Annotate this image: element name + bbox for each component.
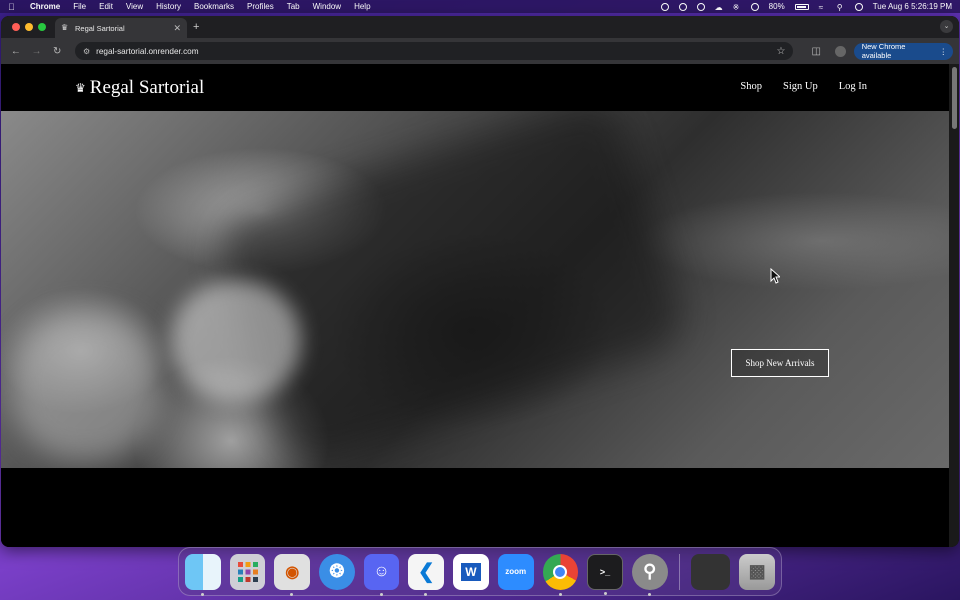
moon-icon[interactable]	[696, 2, 705, 11]
page-scrollbar[interactable]	[949, 64, 959, 547]
window-controls	[12, 23, 46, 31]
extensions-icon[interactable]: ◫	[811, 46, 820, 57]
tab-search-icon[interactable]: ⌄	[940, 20, 953, 33]
cloud-icon[interactable]	[678, 2, 687, 11]
menu-view[interactable]: View	[126, 2, 143, 11]
page-content: ♛ Regal Sartorial Shop Sign Up Log In Sh…	[1, 64, 949, 547]
menu-bar:  Chrome File Edit View History Bookmark…	[0, 0, 960, 13]
safari-icon[interactable]: ❂	[319, 553, 355, 590]
dock-separator	[678, 553, 680, 590]
zoom-window-button[interactable]	[38, 23, 46, 31]
menu-profiles[interactable]: Profiles	[247, 2, 274, 11]
update-label: New Chrome available	[861, 42, 906, 60]
zoom-icon[interactable]: zoom	[497, 553, 534, 590]
close-tab-icon[interactable]: ✕	[173, 23, 181, 34]
hero-hand-shape	[11, 311, 161, 461]
new-tab-icon[interactable]: +	[193, 21, 199, 33]
profile-avatar[interactable]	[834, 45, 846, 57]
dock: ◉ ❂ ☺ ❮ W zoom >_ ⚲ ▩	[178, 547, 782, 596]
url-text[interactable]: regal-sartorial.onrender.com	[96, 47, 776, 56]
battery-percent: 80%	[768, 2, 785, 11]
search-icon[interactable]: ⚲	[837, 3, 845, 12]
bluetooth-icon[interactable]: ※	[733, 3, 741, 12]
reload-icon[interactable]: ↻	[48, 46, 66, 57]
forward-icon[interactable]: →	[28, 46, 46, 57]
nav-login-link[interactable]: Log In	[839, 81, 867, 92]
trash-icon[interactable]: ▩	[739, 553, 775, 590]
menu-history[interactable]: History	[156, 2, 181, 11]
weather-icon[interactable]: ☁	[715, 3, 723, 12]
back-icon[interactable]: ←	[7, 46, 25, 57]
menu-edit[interactable]: Edit	[99, 2, 113, 11]
brand-logo[interactable]: ♛ Regal Sartorial	[75, 77, 204, 99]
battery-icon[interactable]	[794, 3, 809, 10]
nav-signup-link[interactable]: Sign Up	[783, 81, 818, 92]
close-window-button[interactable]	[12, 23, 20, 31]
quicktime-icon[interactable]: ⚲	[631, 553, 668, 596]
grid-icon	[237, 561, 258, 582]
tab-title: Regal Sartorial	[75, 23, 125, 33]
clock[interactable]: Tue Aug 6 5:26:19 PM	[873, 2, 952, 11]
screen-thumbnail-icon[interactable]	[690, 553, 731, 590]
site-info-icon[interactable]: ⚙	[83, 47, 90, 56]
site-header: ♛ Regal Sartorial Shop Sign Up Log In	[1, 64, 949, 111]
chrome-update-button[interactable]: New Chrome available ⋮	[853, 42, 953, 60]
launchpad-icon[interactable]	[229, 553, 266, 590]
menu-help[interactable]: Help	[354, 2, 370, 11]
brand-name: Regal Sartorial	[89, 77, 205, 98]
crown-icon: ♛	[75, 80, 86, 95]
shop-new-arrivals-button[interactable]: Shop New Arrivals	[731, 349, 829, 377]
control-center-icon[interactable]	[854, 2, 863, 11]
minimize-window-button[interactable]	[25, 23, 33, 31]
menu-bookmarks[interactable]: Bookmarks	[194, 2, 234, 11]
hero-image: Shop New Arrivals	[1, 111, 949, 468]
user-icon[interactable]	[750, 2, 759, 11]
word-icon[interactable]: W	[453, 553, 489, 590]
hero-shadow-shape	[211, 111, 691, 468]
mouse-cursor-icon	[770, 268, 780, 284]
scrollbar-thumb[interactable]	[952, 67, 957, 129]
crown-icon: ♛	[61, 23, 69, 32]
browser-window: ♛ Regal Sartorial ✕ + ⌄ ← → ↻ ⚙ regal-sa…	[1, 16, 959, 547]
mail-icon[interactable]: ◉	[274, 553, 311, 596]
tab-active[interactable]: ♛ Regal Sartorial ✕	[55, 18, 187, 38]
finder-icon[interactable]	[185, 553, 221, 596]
hero-finger-shape	[171, 281, 301, 401]
discord-icon[interactable]: ☺	[363, 553, 400, 596]
status-area: ☁ ※ 80% ≈ ⚲ Tue Aug 6 5:26:19 PM	[660, 2, 952, 12]
menu-file[interactable]: File	[73, 2, 86, 11]
site-nav-links: Shop Sign Up Log In	[740, 81, 867, 92]
vscode-icon[interactable]: ❮	[408, 553, 445, 596]
menu-window[interactable]: Window	[313, 2, 341, 11]
more-menu-icon: ⋮	[939, 46, 948, 56]
tab-bar: ♛ Regal Sartorial ✕ + ⌄	[1, 16, 959, 38]
browser-toolbar: ← → ↻ ⚙ regal-sartorial.onrender.com ☆ ◫…	[1, 38, 959, 64]
menu-app-name[interactable]: Chrome	[30, 2, 60, 11]
wifi-icon[interactable]: ≈	[819, 3, 827, 12]
bookmark-star-icon[interactable]: ☆	[776, 46, 785, 57]
terminal-icon[interactable]: >_	[587, 553, 623, 595]
nav-shop-link[interactable]: Shop	[740, 81, 762, 92]
menu-tab[interactable]: Tab	[287, 2, 300, 11]
chrome-icon[interactable]	[542, 553, 579, 596]
record-icon[interactable]	[660, 2, 669, 11]
apple-icon[interactable]: 	[8, 2, 18, 12]
address-bar[interactable]: ⚙ regal-sartorial.onrender.com ☆	[74, 42, 794, 60]
